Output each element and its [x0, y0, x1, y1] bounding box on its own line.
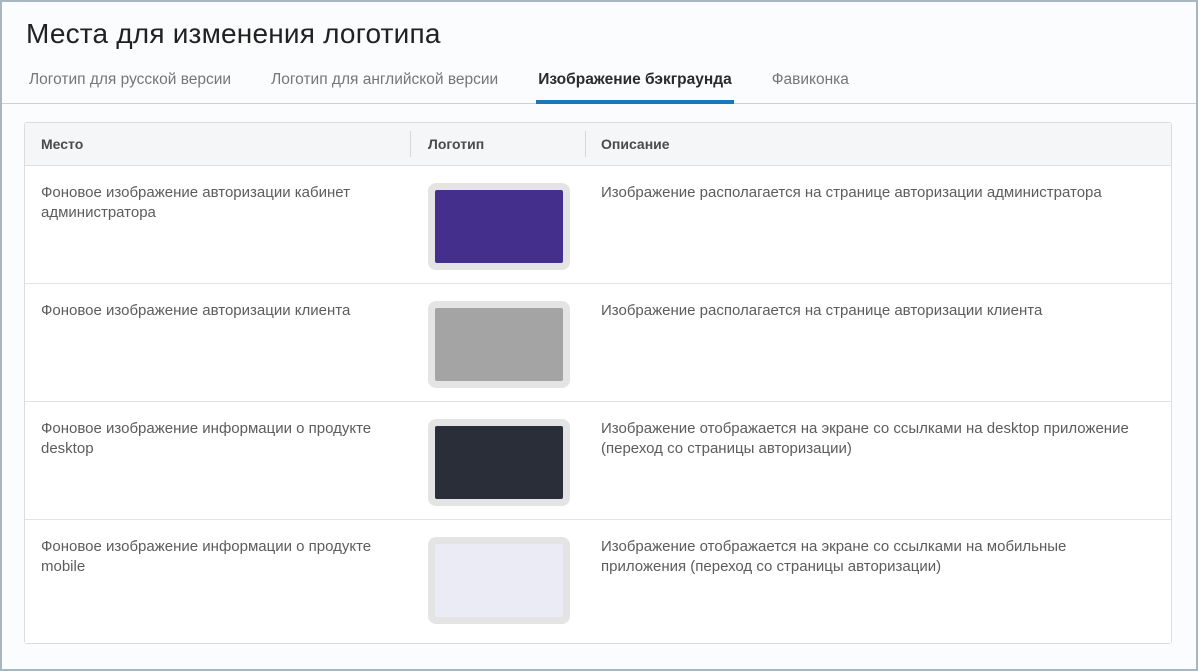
row-place-label: Фоновое изображение информации о продукт…: [25, 402, 410, 519]
column-header-place: Место: [25, 123, 410, 165]
row-place-label: Фоновое изображение информации о продукт…: [25, 520, 410, 643]
logo-preview-frame[interactable]: [428, 419, 570, 506]
tab-favicon[interactable]: Фавиконка: [770, 71, 851, 104]
row-place-label: Фоновое изображение авторизации клиента: [25, 284, 410, 401]
column-header-logo: Логотип: [410, 123, 585, 165]
column-header-description: Описание: [585, 123, 1171, 165]
row-place-label: Фоновое изображение авторизации кабинет …: [25, 166, 410, 283]
tab-russian-logo[interactable]: Логотип для русской версии: [27, 71, 233, 104]
table-header-row: Место Логотип Описание: [25, 123, 1171, 166]
logo-preview-frame[interactable]: [428, 183, 570, 270]
logo-preview-image[interactable]: [435, 426, 563, 499]
logo-preview-image[interactable]: [435, 308, 563, 381]
logo-preview-image[interactable]: [435, 190, 563, 263]
logo-places-table: Место Логотип Описание Фоновое изображен…: [24, 122, 1172, 644]
logo-preview-image[interactable]: [435, 544, 563, 617]
row-logo-cell: [410, 166, 585, 283]
tab-bar: Логотип для русской версии Логотип для ан…: [2, 71, 1196, 104]
row-logo-cell: [410, 520, 585, 643]
table-row: Фоновое изображение информации о продукт…: [25, 402, 1171, 520]
tab-background-image[interactable]: Изображение бэкграунда: [536, 71, 734, 104]
logo-settings-page: Места для изменения логотипа Логотип для…: [0, 0, 1198, 671]
logo-preview-frame[interactable]: [428, 537, 570, 624]
row-description: Изображение располагается на странице ав…: [585, 284, 1171, 401]
table-row: Фоновое изображение авторизации кабинет …: [25, 166, 1171, 284]
row-description: Изображение отображается на экране со сс…: [585, 402, 1171, 519]
tab-english-logo[interactable]: Логотип для английской версии: [269, 71, 500, 104]
table-row: Фоновое изображение авторизации клиента И…: [25, 284, 1171, 402]
table-body: Фоновое изображение авторизации кабинет …: [25, 166, 1171, 643]
page-title: Места для изменения логотипа: [2, 2, 1196, 50]
logo-preview-frame[interactable]: [428, 301, 570, 388]
table-row: Фоновое изображение информации о продукт…: [25, 520, 1171, 643]
row-description: Изображение отображается на экране со сс…: [585, 520, 1171, 643]
row-logo-cell: [410, 402, 585, 519]
row-logo-cell: [410, 284, 585, 401]
row-description: Изображение располагается на странице ав…: [585, 166, 1171, 283]
